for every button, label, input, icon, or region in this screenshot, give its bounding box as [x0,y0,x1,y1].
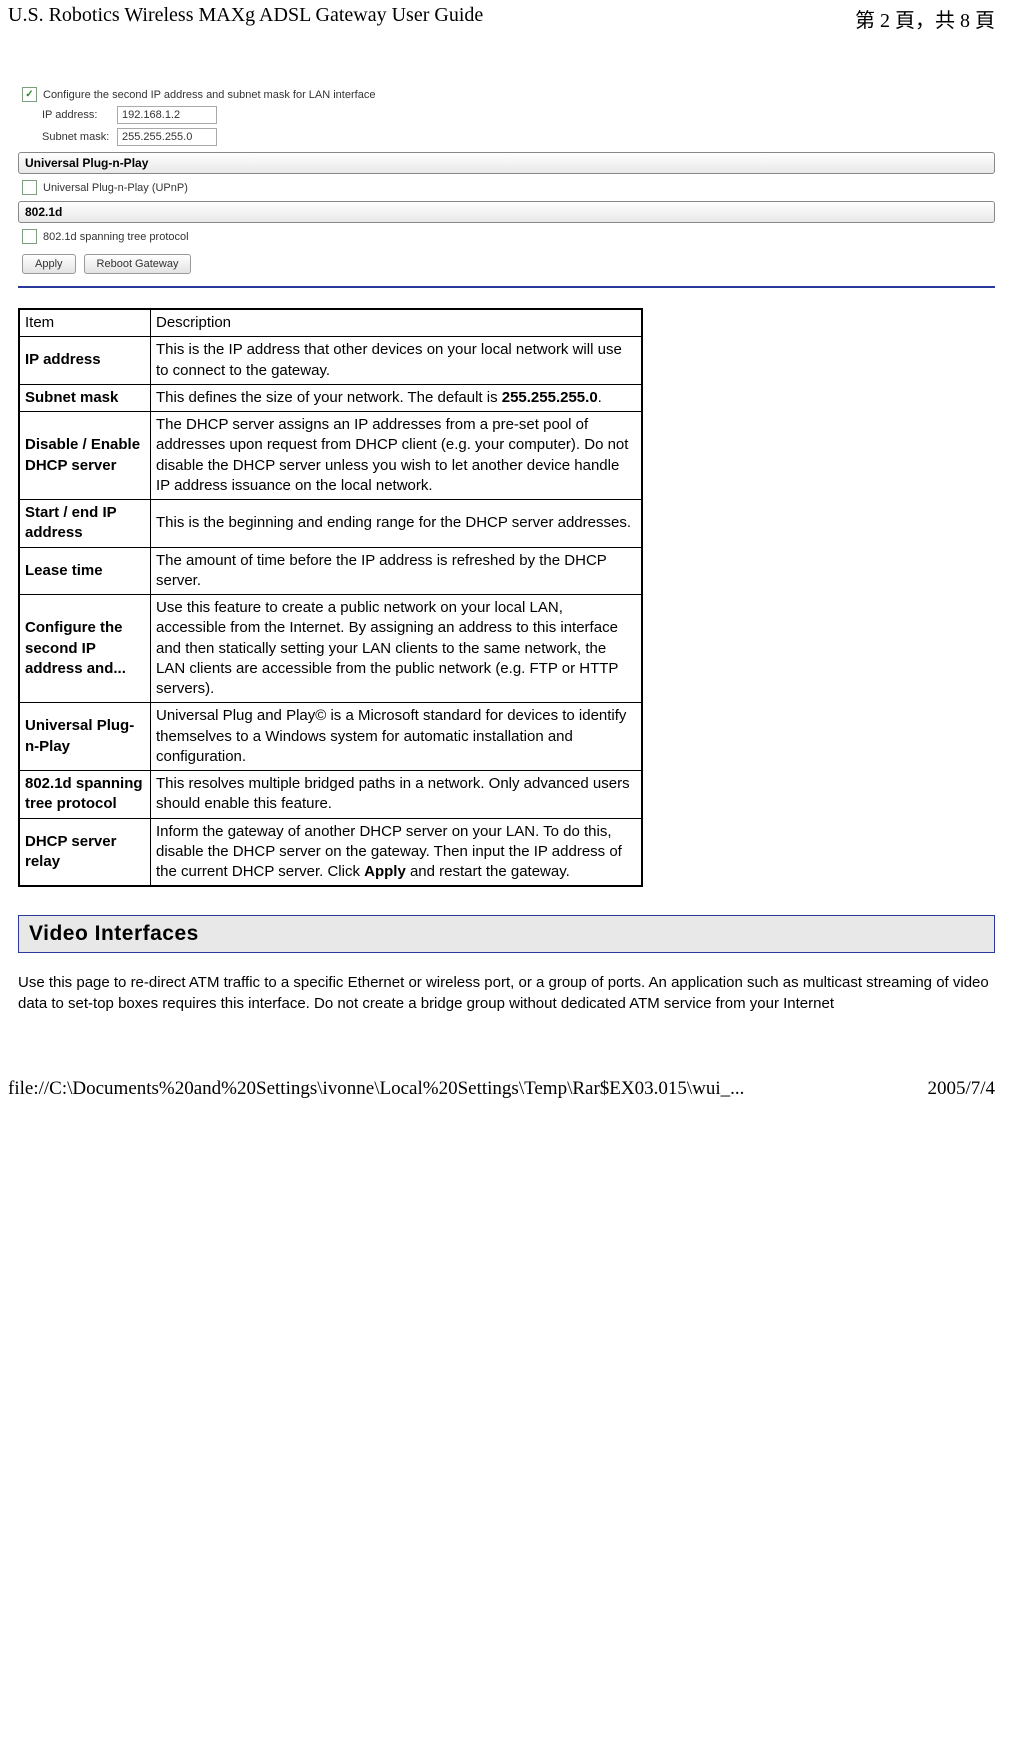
8021d-section-bar: 802.1d [18,201,995,223]
desc-cell: This is the beginning and ending range f… [151,500,643,548]
table-row: Universal Plug-n-PlayUniversal Plug and … [19,703,642,771]
checkbox-checked-icon[interactable]: ✓ [22,87,37,102]
table-row: Start / end IP addressThis is the beginn… [19,500,642,548]
checkbox-unchecked-icon[interactable]: ✓ [22,180,37,195]
desc-cell: Use this feature to create a public netw… [151,595,643,703]
8021d-checkbox-label: 802.1d spanning tree protocol [43,231,189,243]
section-heading: Video Interfaces [18,915,995,953]
table-row: IP addressThis is the IP address that ot… [19,337,642,385]
table-row: DHCP server relayInform the gateway of a… [19,818,642,886]
footer-date: 2005/7/4 [927,1078,995,1100]
desc-cell: The amount of time before the IP address… [151,547,643,595]
video-interfaces-paragraph: Use this page to re-direct ATM traffic t… [18,973,995,1014]
header-item: Item [19,309,151,337]
checkbox-unchecked-icon[interactable]: ✓ [22,229,37,244]
footer-path: file://C:\Documents%20and%20Settings\ivo… [8,1078,744,1100]
desc-cell: The DHCP server assigns an IP addresses … [151,412,643,500]
item-cell: IP address [19,337,151,385]
video-interfaces-heading: Video Interfaces [29,922,984,946]
item-cell: Configure the second IP address and... [19,595,151,703]
header-desc: Description [151,309,643,337]
subnet-mask-input[interactable]: 255.255.255.0 [117,128,217,146]
desc-cell: Universal Plug and Play© is a Microsoft … [151,703,643,771]
description-table: Item Description IP addressThis is the I… [18,308,643,887]
desc-cell: Inform the gateway of another DHCP serve… [151,818,643,886]
item-cell: DHCP server relay [19,818,151,886]
table-row: Subnet maskThis defines the size of your… [19,384,642,411]
subnet-mask-label: Subnet mask: [42,131,117,143]
upnp-section-bar: Universal Plug-n-Play [18,152,995,174]
upnp-checkbox-label: Universal Plug-n-Play (UPnP) [43,182,188,194]
table-header-row: Item Description [19,309,642,337]
desc-cell: This defines the size of your network. T… [151,384,643,411]
table-row: Disable / Enable DHCP serverThe DHCP ser… [19,412,642,500]
table-row: Configure the second IP address and...Us… [19,595,642,703]
router-ui-screenshot: ✓ Configure the second IP address and su… [18,87,995,288]
item-cell: Start / end IP address [19,500,151,548]
item-cell: Subnet mask [19,384,151,411]
divider [18,286,995,288]
item-cell: Disable / Enable DHCP server [19,412,151,500]
item-cell: 802.1d spanning tree protocol [19,771,151,819]
reboot-gateway-button[interactable]: Reboot Gateway [84,254,192,274]
table-row: 802.1d spanning tree protocolThis resolv… [19,771,642,819]
page-info: 第 2 頁，共 8 頁 [855,4,995,33]
ip-address-input[interactable]: 192.168.1.2 [117,106,217,124]
desc-cell: This is the IP address that other device… [151,337,643,385]
desc-cell: This resolves multiple bridged paths in … [151,771,643,819]
apply-button[interactable]: Apply [22,254,76,274]
configure-second-ip-label: Configure the second IP address and subn… [43,89,375,101]
item-cell: Universal Plug-n-Play [19,703,151,771]
item-cell: Lease time [19,547,151,595]
doc-title: U.S. Robotics Wireless MAXg ADSL Gateway… [8,4,483,33]
table-row: Lease timeThe amount of time before the … [19,547,642,595]
ip-address-label: IP address: [42,109,117,121]
